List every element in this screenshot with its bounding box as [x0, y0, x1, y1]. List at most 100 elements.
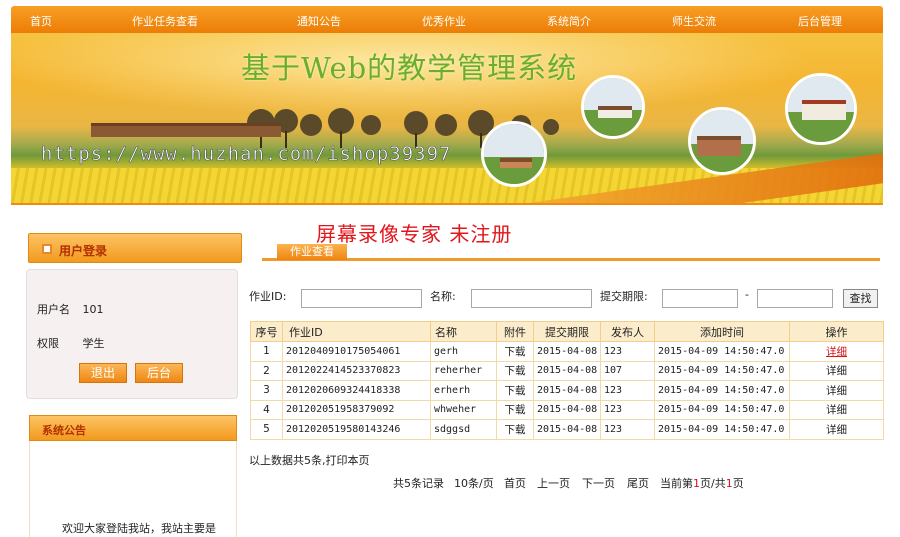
col-header-publisher: 发布人 — [600, 321, 655, 342]
banner-photo-circle-4 — [785, 73, 857, 145]
square-bullet-icon — [42, 244, 52, 254]
pager-current-mid: 页/共 — [700, 477, 726, 490]
col-header-attachment: 附件 — [496, 321, 534, 342]
homework-table: 序号 作业ID 名称 附件 提交期限 发布人 添加时间 操作 1 2012040… — [250, 321, 884, 440]
pager-current-suffix: 页 — [732, 477, 744, 490]
table-row: 1 2012040910175054061 gerh 下载 2015-04-08… — [250, 341, 884, 362]
cell-added-time: 2015-04-09 14:50:47.0 — [654, 419, 790, 440]
cell-name: whweher — [430, 399, 497, 420]
download-link[interactable]: 下载 — [505, 365, 526, 377]
detail-link[interactable]: 详细 — [826, 346, 847, 358]
cell-index: 3 — [250, 380, 283, 401]
deadline-start-input[interactable] — [662, 289, 738, 308]
cell-added-time: 2015-04-09 14:50:47.0 — [654, 360, 790, 381]
role-label: 权限 — [37, 337, 59, 350]
tab-homework-view[interactable]: 作业查看 — [277, 244, 347, 260]
table-row: 5 2012020519580143246 sdggsd 下载 2015-04-… — [250, 419, 884, 440]
cell-homework-id: 2012022414523370823 — [282, 360, 431, 381]
banner-photo-circle-2 — [581, 75, 645, 139]
cell-deadline: 2015-04-08 — [533, 380, 601, 401]
deadline-range-separator: - — [745, 288, 749, 301]
cell-attachment: 下载 — [496, 380, 534, 401]
nav-system-intro[interactable]: 系统简介 — [547, 13, 591, 29]
cell-added-time: 2015-04-09 14:50:47.0 — [654, 399, 790, 420]
cell-attachment: 下载 — [496, 341, 534, 362]
cell-added-time: 2015-04-09 14:50:47.0 — [654, 380, 790, 401]
col-header-added-time: 添加时间 — [654, 321, 790, 342]
cell-homework-id: 201202051958379092 — [282, 399, 431, 420]
login-panel: 用户名 101 权限 学生 退出 后台 — [26, 269, 238, 399]
cell-deadline: 2015-04-08 — [533, 419, 601, 440]
table-row: 2 2012022414523370823 reherher 下载 2015-0… — [250, 360, 884, 381]
cell-action: 详细 — [789, 419, 884, 440]
notice-panel-header: 系统公告 — [29, 415, 237, 441]
cell-publisher: 123 — [600, 380, 655, 401]
nav-homework-tasks[interactable]: 作业任务查看 — [132, 13, 198, 29]
banner-photo-circle-3 — [688, 107, 756, 175]
pager-total-pages: 1 — [725, 477, 733, 490]
username-value: 101 — [82, 303, 104, 316]
col-header-deadline: 提交期限 — [533, 321, 601, 342]
download-link[interactable]: 下载 — [505, 385, 526, 397]
cell-attachment: 下载 — [496, 360, 534, 381]
header-banner: 基于Web的教学管理系统 https://www.huzhan.com/isho… — [11, 33, 883, 203]
admin-button[interactable]: 后台 — [135, 363, 183, 383]
detail-link[interactable]: 详细 — [826, 424, 847, 436]
pager-total: 共5条记录 — [393, 477, 444, 490]
recorder-watermark: 屏幕录像专家 未注册 — [316, 222, 513, 246]
table-summary: 以上数据共5条,打印本页 — [249, 454, 370, 467]
pager-next[interactable]: 下一页 — [582, 475, 615, 491]
cell-index: 1 — [250, 341, 283, 362]
name-input[interactable] — [471, 289, 592, 308]
table-header-row: 序号 作业ID 名称 附件 提交期限 发布人 添加时间 操作 — [250, 321, 884, 342]
cell-name: gerh — [430, 341, 497, 362]
nav-teacher-student[interactable]: 师生交流 — [672, 13, 716, 29]
pager-per-page: 10条/页 — [454, 477, 494, 490]
cell-action: 详细 — [789, 341, 884, 362]
homework-id-label: 作业ID: — [249, 290, 287, 303]
cell-deadline: 2015-04-08 — [533, 341, 601, 362]
cell-name: reherher — [430, 360, 497, 381]
download-link[interactable]: 下载 — [505, 404, 526, 416]
username-row: 用户名 101 — [37, 301, 104, 317]
cell-name: erherh — [430, 380, 497, 401]
search-button[interactable]: 查找 — [843, 289, 878, 308]
cell-attachment: 下载 — [496, 419, 534, 440]
download-link[interactable]: 下载 — [505, 424, 526, 436]
cell-publisher: 123 — [600, 419, 655, 440]
detail-link[interactable]: 详细 — [826, 385, 847, 397]
site-title: 基于Web的教学管理系统 — [241, 51, 578, 85]
pager-current-prefix: 当前第 — [660, 477, 693, 490]
cell-index: 2 — [250, 360, 283, 381]
nav-admin[interactable]: 后台管理 — [798, 13, 842, 29]
cell-deadline: 2015-04-08 — [533, 360, 601, 381]
nav-home[interactable]: 首页 — [30, 13, 52, 29]
pager-prev[interactable]: 上一页 — [537, 475, 570, 491]
banner-divider — [11, 203, 883, 205]
col-header-homework-id: 作业ID — [282, 321, 431, 342]
role-row: 权限 学生 — [37, 335, 105, 351]
detail-link[interactable]: 详细 — [826, 365, 847, 377]
pager-current: 当前第1页/共1页 — [660, 475, 744, 491]
pager-current-page: 1 — [693, 477, 700, 490]
logout-button[interactable]: 退出 — [79, 363, 127, 383]
cell-index: 4 — [250, 399, 283, 420]
col-header-name: 名称 — [430, 321, 497, 342]
detail-link[interactable]: 详细 — [826, 404, 847, 416]
nav-excellent-homework[interactable]: 优秀作业 — [422, 13, 466, 29]
cell-action: 详细 — [789, 360, 884, 381]
pager-last[interactable]: 尾页 — [627, 475, 649, 491]
notice-text: 欢迎大家登陆我站，我站主要是 — [62, 522, 216, 535]
url-watermark: https://www.huzhan.com/ishop39397 — [41, 143, 452, 166]
homework-id-input[interactable] — [301, 289, 422, 308]
pager-first[interactable]: 首页 — [504, 475, 526, 491]
cell-publisher: 123 — [600, 341, 655, 362]
deadline-end-input[interactable] — [757, 289, 833, 308]
deadline-label: 提交期限: — [600, 290, 648, 303]
login-panel-header: 用户登录 — [28, 233, 242, 263]
top-nav: 首页 作业任务查看 通知公告 优秀作业 系统简介 师生交流 后台管理 — [11, 6, 883, 33]
banner-photo-circle-1 — [481, 121, 547, 187]
download-link[interactable]: 下载 — [505, 346, 526, 358]
cell-action: 详细 — [789, 380, 884, 401]
nav-notices[interactable]: 通知公告 — [297, 13, 341, 29]
